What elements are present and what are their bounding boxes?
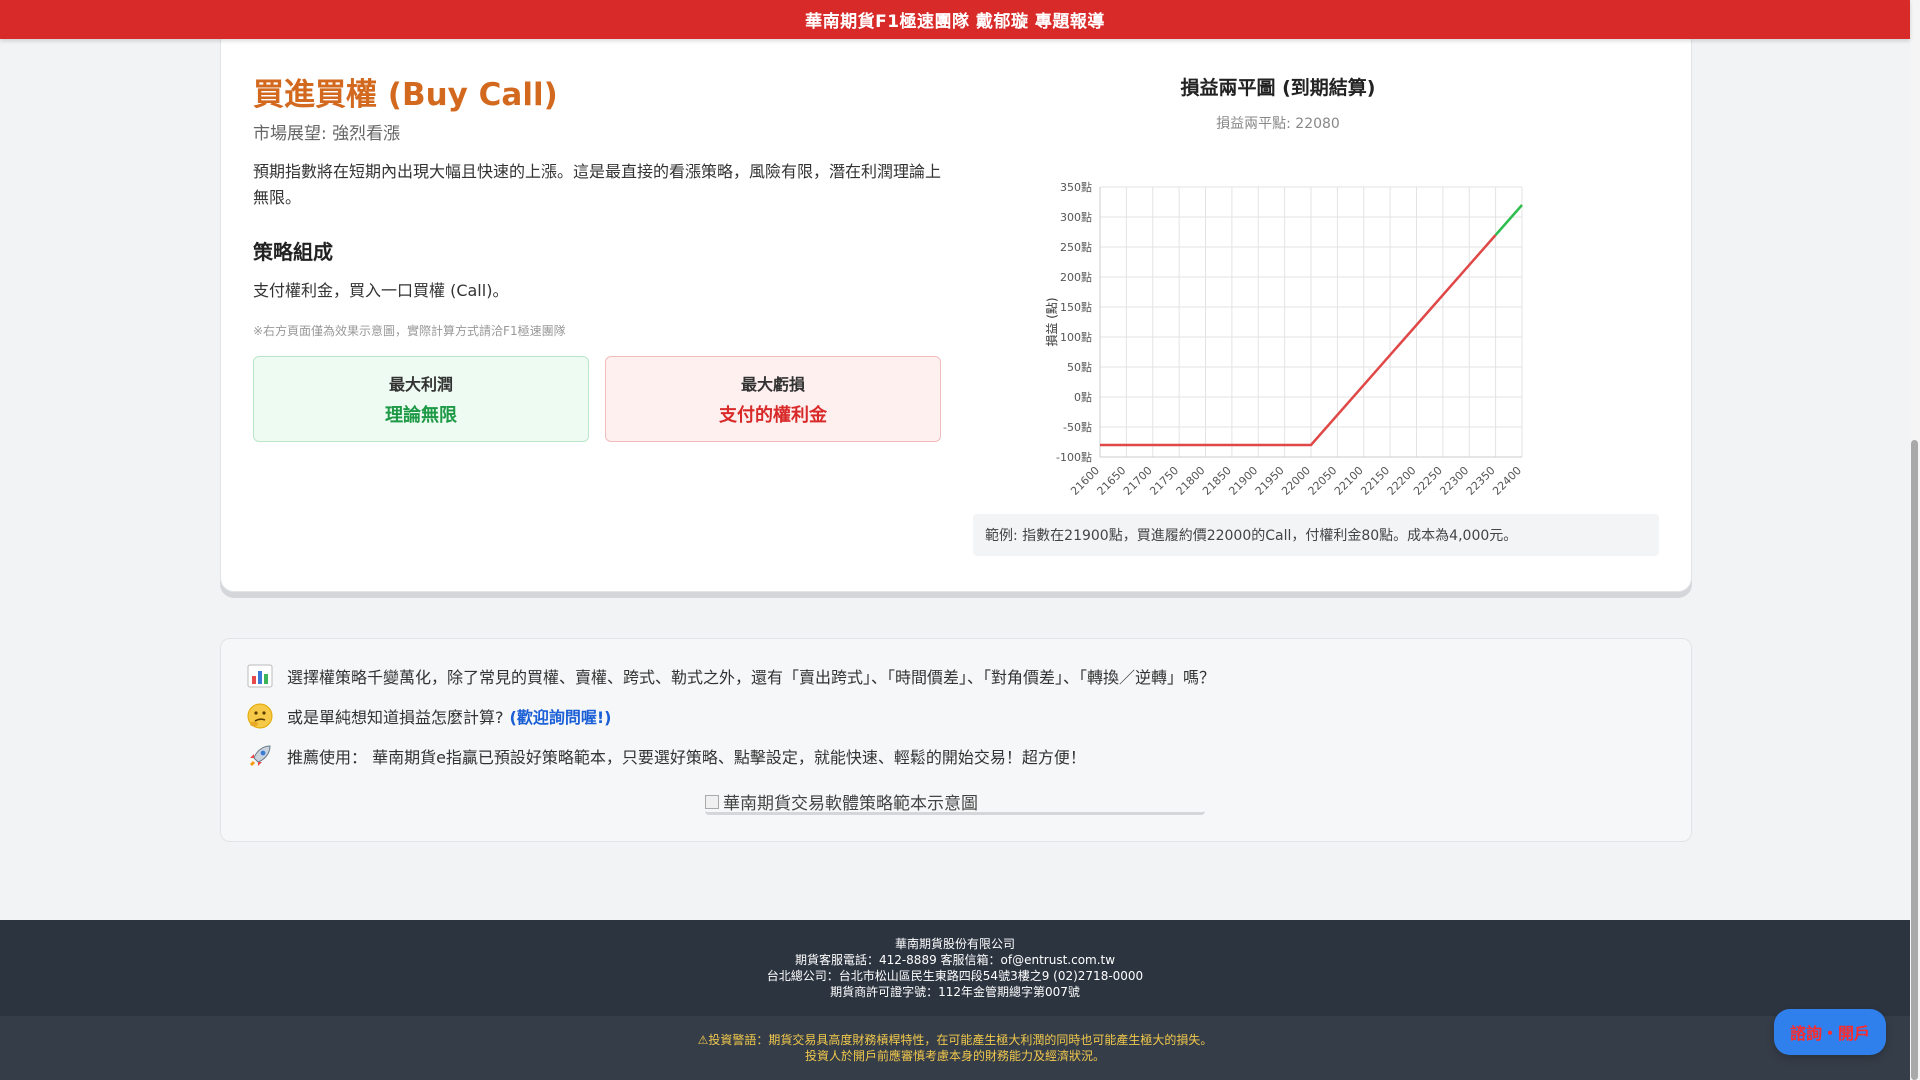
promo-line-1: 選擇權策略千變萬化，除了常見的買權、賣權、跨式、勒式之外，還有「賣出跨式」、「時… (245, 661, 1215, 691)
max-profit-value: 理論無限 (385, 405, 457, 426)
payoff-line-profit (1494, 204, 1523, 236)
promo-text-1: 選擇權策略千變萬化，除了常見的買權、賣權、跨式、勒式之外，還有「賣出跨式」、「時… (287, 668, 1216, 687)
y-tick-label: 350點 (1060, 181, 1092, 194)
y-tick-label: 0點 (1074, 391, 1092, 404)
warning-line-1: 投資警語：期貨交易具高度財務槓桿特性，在可能產生極大利潤的同時也可能產生極大的損… (708, 1033, 1213, 1047)
footer-license: 期貨商許可證字號：112年金管期總字第007號 (830, 985, 1080, 999)
x-tick-label: 21700 (1121, 464, 1155, 498)
footer-company: 華南期貨股份有限公司 (894, 937, 1015, 951)
footer-contact: 期貨客服電話：412-8889 客服信箱：of@entrust.com.tw (794, 953, 1116, 967)
bar-chart-icon (245, 661, 275, 691)
y-tick-label: -100點 (1056, 451, 1092, 464)
thinking-face-icon (245, 701, 275, 731)
warning-line-2: 投資人於開戶前應審慎考慮本身的財務能力及經濟狀況。 (804, 1049, 1105, 1063)
strategy-card: 買進買權 (Buy Call) 市場展望: 強烈看漲 預期指數將在短期內出現大幅… (220, 30, 1692, 592)
market-outlook: 市場展望: 強烈看漲 (253, 124, 401, 144)
x-tick-label: 22400 (1490, 464, 1524, 498)
y-axis-label: 損益 (點) (1044, 297, 1059, 346)
x-tick-label: 21950 (1253, 464, 1287, 498)
x-tick-label: 22000 (1279, 464, 1313, 498)
promo-line-3: 推薦使用： 華南期貨e指贏已預設好策略範本，只要選好策略、點擊設定，就能快速、輕… (245, 741, 1086, 771)
y-tick-label: 150點 (1060, 301, 1092, 314)
breakeven-label: 損益兩平點: 22080 (1216, 116, 1340, 132)
x-tick-label: 21900 (1226, 464, 1260, 498)
promo-text-2: 或是單純想知道損益怎麼計算? (287, 708, 504, 727)
example-box: 範例: 指數在21900點，買進履約價22000的Call，付權利金80點。成本… (973, 514, 1659, 556)
y-tick-label: 300點 (1060, 211, 1092, 224)
promo-panel: 選擇權策略千變萬化，除了常見的買權、賣權、跨式、勒式之外，還有「賣出跨式」、「時… (220, 638, 1692, 842)
y-tick-label: -50點 (1063, 421, 1092, 434)
broken-image-icon (705, 794, 719, 809)
ask-us-link[interactable]: (歡迎詢問喔!) (510, 704, 612, 728)
x-tick-label: 22150 (1358, 464, 1392, 498)
x-tick-label: 21750 (1147, 464, 1181, 498)
x-tick-label: 21850 (1200, 464, 1234, 498)
payoff-line-loss (1100, 234, 1497, 447)
x-tick-label: 21800 (1174, 464, 1208, 498)
y-tick-label: 50點 (1067, 361, 1092, 374)
y-tick-label: 250點 (1060, 241, 1092, 254)
strategy-description: 預期指數將在短期內出現大幅且快速的上漲。這是最直接的看漲策略，風險有限，潛在利潤… (253, 162, 942, 207)
strategy-title: 買進買權 (Buy Call) (253, 77, 558, 113)
x-tick-label: 22200 (1385, 464, 1419, 498)
chart-title: 損益兩平圖 (到期結算) (1180, 77, 1376, 99)
max-loss-box: 最大虧損 支付的權利金 (605, 356, 941, 442)
rocket-icon (245, 741, 275, 771)
x-tick-label: 21600 (1068, 464, 1102, 498)
max-loss-value: 支付的權利金 (719, 405, 827, 426)
promo-line-2: 或是單純想知道損益怎麼計算? (歡迎詢問喔!) (245, 701, 611, 731)
x-tick-label: 22250 (1411, 464, 1445, 498)
disclaimer-note: ※右方頁面僅為效果示意圖，實際計算方式請洽F1極速團隊 (253, 324, 566, 338)
promo-text-3: 推薦使用： 華南期貨e指贏已預設好策略範本，只要選好策略、點擊設定，就能快速、輕… (287, 748, 1086, 767)
top-banner: 華南期貨F1極速團隊 戴郁璇 專題報導 (0, 0, 1910, 39)
composition-heading: 策略組成 (253, 240, 333, 264)
consult-open-account-button[interactable]: 諮詢・開戶 (1774, 1009, 1886, 1055)
x-tick-label: 22350 (1464, 464, 1498, 498)
x-tick-label: 22100 (1332, 464, 1366, 498)
payoff-chart: 2160021650217002175021800218502190021950… (1044, 181, 1524, 498)
banner-title: 華南期貨F1極速團隊 戴郁璇 專題報導 (805, 12, 1105, 32)
footer: 華南期貨股份有限公司 期貨客服電話：412-8889 客服信箱：of@entru… (0, 920, 1910, 1016)
footer-address: 台北總公司：台北市松山區民生東路四段54號3樓之9 (02)2718-0000 (766, 969, 1144, 983)
warning-icon: ⚠ (697, 1033, 709, 1047)
max-loss-label: 最大虧損 (740, 375, 805, 394)
x-tick-label: 22050 (1306, 464, 1340, 498)
x-tick-label: 21650 (1095, 464, 1129, 498)
x-tick-label: 22300 (1437, 464, 1471, 498)
y-tick-label: 100點 (1060, 331, 1092, 344)
composition-text: 支付權利金，買入一口買權 (Call)。 (253, 281, 509, 300)
y-tick-label: 200點 (1060, 271, 1092, 284)
risk-warning: ⚠投資警語：期貨交易具高度財務槓桿特性，在可能產生極大利潤的同時也可能產生極大的… (0, 1016, 1910, 1080)
strategy-template-image: 華南期貨交易軟體策略範本示意圖 (705, 791, 1205, 815)
image-alt-text: 華南期貨交易軟體策略範本示意圖 (723, 794, 978, 814)
max-profit-label: 最大利潤 (388, 375, 453, 394)
scrollbar-thumb[interactable] (1911, 440, 1918, 1080)
max-profit-box: 最大利潤 理論無限 (253, 356, 589, 442)
